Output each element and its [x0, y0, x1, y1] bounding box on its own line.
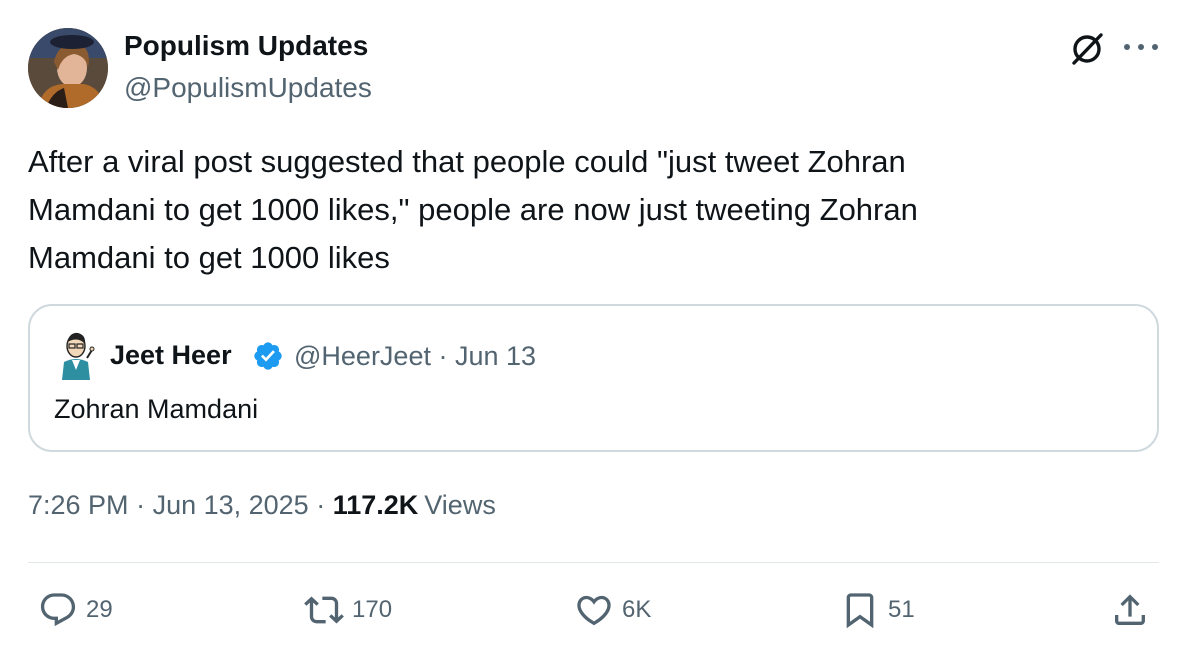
divider [28, 562, 1159, 563]
share-icon [1110, 590, 1150, 630]
tweet-text: After a viral post suggested that people… [28, 138, 1138, 282]
quote-avatar[interactable] [56, 330, 96, 380]
meta-separator: · [128, 490, 153, 520]
bookmark-count: 51 [888, 596, 915, 623]
share-button[interactable] [1110, 590, 1150, 630]
tweet-text-line: Mamdani to get 1000 likes [28, 240, 390, 275]
like-icon [574, 590, 614, 630]
quote-author-name[interactable]: Jeet Heer [110, 340, 232, 371]
like-button[interactable]: 6K [574, 590, 651, 630]
tweet-text-line: After a viral post suggested that people… [28, 144, 906, 179]
author-name[interactable]: Populism Updates [124, 30, 368, 62]
author-avatar[interactable] [28, 28, 108, 108]
tweet-text-line: Mamdani to get 1000 likes," people are n… [28, 192, 918, 227]
like-count: 6K [622, 596, 652, 623]
more-icon[interactable] [1124, 36, 1158, 58]
bookmark-icon [840, 590, 880, 630]
tweet-date[interactable]: Jun 13, 2025 [153, 490, 309, 521]
reply-icon [38, 590, 78, 630]
meta-separator: · [308, 490, 333, 520]
verified-icon [252, 340, 284, 372]
reply-button[interactable]: 29 [38, 590, 113, 630]
bookmark-button[interactable]: 51 [840, 590, 915, 630]
author-handle[interactable]: @PopulismUpdates [124, 72, 372, 104]
reply-count: 29 [86, 596, 113, 623]
tweet-time[interactable]: 7:26 PM [28, 490, 129, 521]
quote-handle-date[interactable]: @HeerJeet · Jun 13 [294, 341, 536, 372]
tweet-meta: 7:26 PM · Jun 13, 2025 · 117.2K Views [28, 490, 496, 521]
quote-text: Zohran Mamdani [54, 394, 259, 424]
repost-button[interactable]: 170 [304, 590, 392, 630]
repost-icon [304, 590, 344, 630]
views-count[interactable]: 117.2K [333, 490, 419, 521]
grok-icon[interactable] [1068, 30, 1106, 68]
avatar-image [28, 28, 108, 108]
repost-count: 170 [352, 596, 393, 623]
views-label[interactable]: Views [424, 490, 496, 521]
quoted-tweet[interactable]: Jeet Heer @HeerJeet · Jun 13 Zohran Mamd… [28, 304, 1159, 452]
